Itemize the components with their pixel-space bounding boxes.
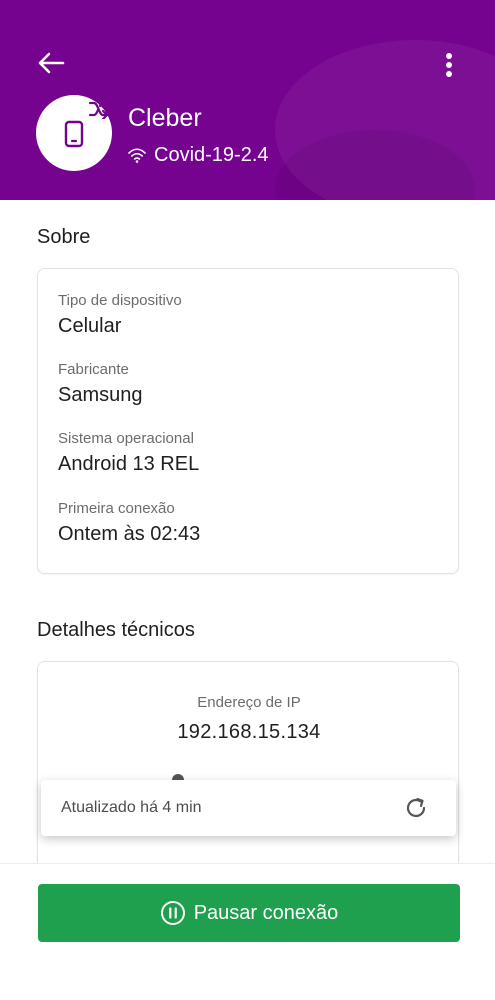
field-value: Ontem às 02:43 [58,523,201,545]
field-label: Fabricante [58,361,129,378]
field-label: Sistema operacional [58,430,194,447]
ip-value: 192.168.15.134 [177,721,321,743]
os-field: Sistema operacional Android 13 REL [58,430,199,476]
about-section-title: Sobre [37,226,91,248]
device-name: Cleber [128,104,202,132]
device-avatar [36,95,112,171]
ip-address-block: Endereço de IP 192.168.15.134 [38,694,460,744]
network-name: Covid-19-2.4 [154,144,269,166]
pause-button-label: Pausar conexão [193,901,339,924]
smartphone-icon [64,120,84,148]
pause-circle-icon [160,901,185,925]
device-header: Cleber Covid-19-2.4 [0,0,495,200]
field-value: Android 13 REL [58,453,200,475]
about-card: Tipo de dispositivo Celular Fabricante S… [37,268,459,574]
field-label: Primeira conexão [58,500,175,517]
technical-section-title: Detalhes técnicos [37,619,195,641]
more-vertical-icon [446,53,452,77]
first-connection-field: Primeira conexão Ontem às 02:43 [58,500,200,546]
field-label: Tipo de dispositivo [58,292,182,309]
refresh-icon [406,797,426,818]
wifi-icon [128,148,146,163]
toast-text: Atualizado há 4 min [61,799,202,816]
back-button[interactable] [34,48,68,78]
refresh-button[interactable] [402,794,430,822]
shuffle-icon [88,99,109,119]
network-info: Covid-19-2.4 [128,144,269,167]
arrow-left-icon [38,52,65,74]
ip-label: Endereço de IP [197,694,301,711]
field-value: Samsung [58,384,143,406]
device-type-field: Tipo de dispositivo Celular [58,292,182,338]
field-value: Celular [58,315,122,337]
manufacturer-field: Fabricante Samsung [58,361,143,407]
pause-connection-button[interactable]: Pausar conexão [38,884,460,942]
updated-toast: Atualizado há 4 min [41,780,456,836]
more-options-button[interactable] [438,50,460,80]
